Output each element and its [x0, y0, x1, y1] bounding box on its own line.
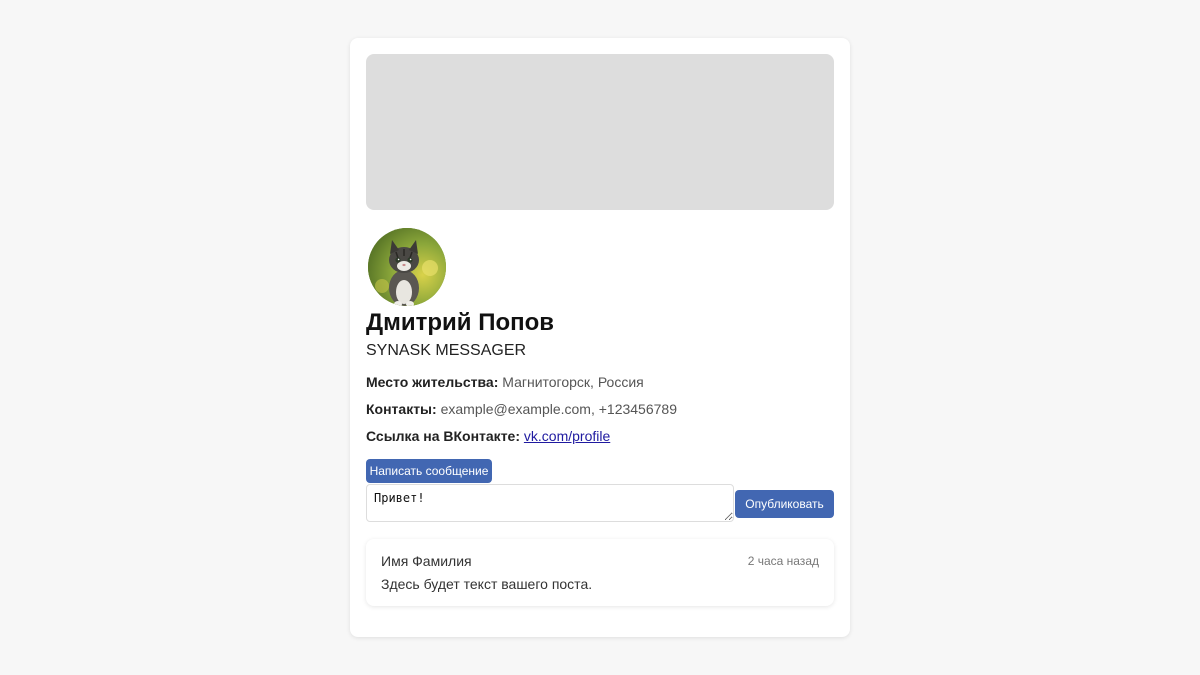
profile-subtitle: SYNASK MESSAGER — [366, 342, 527, 359]
post-author: Имя Фамилия — [381, 553, 472, 569]
avatar[interactable] — [368, 228, 446, 306]
vk-profile-link[interactable]: vk.com/profile — [524, 428, 610, 444]
profile-card: Дмитрий Попов SYNASK MESSAGER Место жите… — [350, 38, 850, 637]
contacts-label: Контакты: — [366, 401, 437, 417]
write-message-button[interactable]: Написать сообщение — [366, 459, 492, 483]
post-composer-input[interactable]: Привет! — [366, 484, 734, 522]
post-timestamp: 2 часа назад — [747, 554, 819, 568]
contacts-value: example@example.com, +123456789 — [440, 401, 677, 417]
location-value: Магнитогорск, Россия — [502, 374, 644, 390]
publish-button[interactable]: Опубликовать — [735, 490, 834, 518]
post-text: Здесь будет текст вашего поста. — [381, 576, 593, 592]
kitten-photo-icon — [368, 228, 446, 306]
cover-image — [366, 54, 834, 210]
location-row: Место жительства: Магнитогорск, Россия — [366, 373, 644, 391]
vk-label: Ссылка на ВКонтакте: — [366, 428, 520, 444]
vk-row: Ссылка на ВКонтакте: vk.com/profile — [366, 427, 610, 445]
post-card: Имя Фамилия 2 часа назад Здесь будет тек… — [366, 539, 834, 606]
profile-name: Дмитрий Попов — [366, 309, 555, 336]
contacts-row: Контакты: example@example.com, +12345678… — [366, 400, 677, 418]
location-label: Место жительства: — [366, 374, 499, 390]
